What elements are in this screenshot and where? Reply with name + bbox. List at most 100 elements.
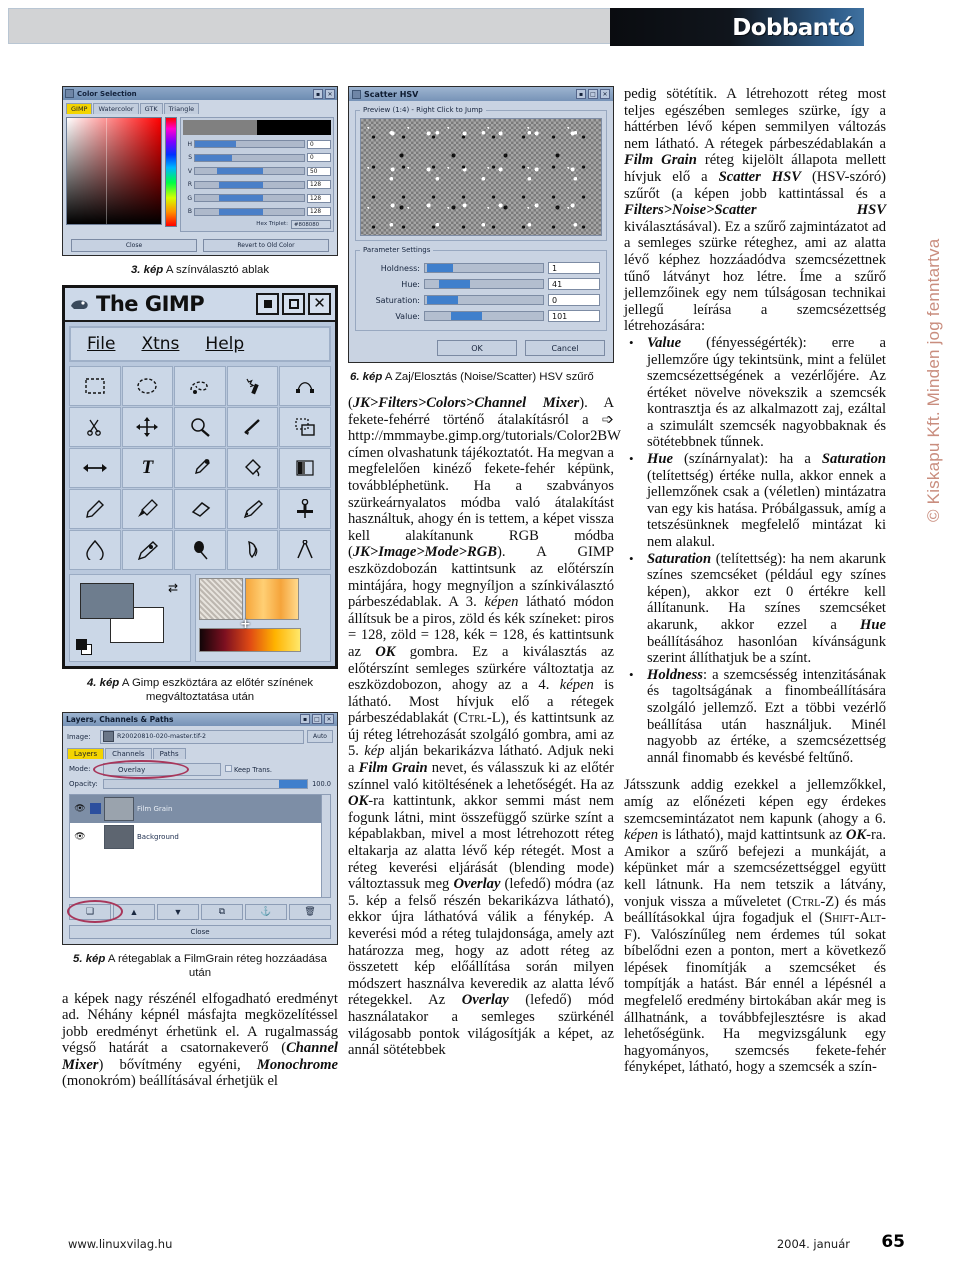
color-picker-icon[interactable] bbox=[174, 447, 226, 488]
duplicate-layer-button[interactable]: ⧉ bbox=[201, 903, 243, 920]
measure-icon[interactable] bbox=[279, 529, 331, 570]
channel-value-g[interactable]: 128 bbox=[307, 193, 331, 203]
close-icon[interactable]: ✕ bbox=[324, 714, 334, 724]
eye-icon[interactable]: 👁 bbox=[73, 803, 87, 814]
auto-button[interactable]: Auto bbox=[307, 730, 333, 743]
raise-layer-button[interactable]: ▲ bbox=[113, 903, 155, 920]
holdness-value[interactable]: 1 bbox=[548, 262, 600, 274]
color-field[interactable] bbox=[66, 117, 162, 225]
tab-channels[interactable]: Channels bbox=[105, 747, 152, 759]
smudge-icon[interactable] bbox=[226, 529, 279, 570]
blend-gradient-icon[interactable] bbox=[279, 447, 331, 488]
airbrush-icon[interactable] bbox=[226, 488, 279, 529]
close-button[interactable]: Close bbox=[71, 238, 197, 252]
channel-slider-v[interactable] bbox=[194, 167, 305, 175]
noise-preview[interactable] bbox=[360, 118, 602, 236]
link-icon[interactable] bbox=[90, 831, 101, 842]
crop-icon[interactable] bbox=[226, 406, 279, 447]
channel-slider-g[interactable] bbox=[194, 194, 305, 202]
layers-scrollbar[interactable] bbox=[321, 794, 330, 897]
keep-transparency-checkbox[interactable]: Keep Trans. bbox=[225, 764, 272, 774]
rect-select-icon[interactable] bbox=[69, 365, 121, 406]
channel-slider-b[interactable] bbox=[194, 207, 305, 216]
paintbrush-icon[interactable] bbox=[121, 488, 174, 529]
menu-help[interactable]: Help bbox=[205, 334, 244, 354]
ellipse-select-icon[interactable] bbox=[121, 365, 174, 406]
swap-colors-icon[interactable]: ⇄ bbox=[168, 581, 178, 596]
minimize-icon[interactable]: ▪ bbox=[576, 89, 586, 99]
blur-sharpen-icon[interactable] bbox=[69, 529, 121, 570]
saturation-slider[interactable] bbox=[424, 295, 544, 305]
default-colors-icon[interactable] bbox=[76, 638, 92, 655]
lower-layer-button[interactable]: ▼ bbox=[157, 903, 199, 920]
cancel-button[interactable]: Cancel bbox=[525, 340, 605, 356]
magnify-icon[interactable] bbox=[174, 406, 226, 447]
holdness-slider[interactable] bbox=[424, 263, 544, 273]
maximize-button[interactable] bbox=[282, 292, 305, 315]
pattern-swatch[interactable] bbox=[199, 577, 243, 620]
eraser-icon[interactable] bbox=[174, 488, 226, 529]
layers-list[interactable]: 👁 Film Grain 👁 Background bbox=[69, 793, 331, 898]
text-icon[interactable]: T bbox=[121, 447, 174, 488]
clone-icon[interactable] bbox=[279, 488, 331, 529]
tab-paths[interactable]: Paths bbox=[152, 747, 186, 759]
flip-icon[interactable] bbox=[69, 447, 121, 488]
mode-dropdown[interactable]: Overlay bbox=[103, 762, 221, 776]
link-icon[interactable] bbox=[90, 803, 101, 814]
channel-value-h[interactable]: 0 bbox=[307, 139, 331, 149]
tab-triangle[interactable]: Triangle bbox=[163, 103, 200, 114]
minimize-button[interactable] bbox=[256, 292, 279, 315]
anchor-layer-button[interactable]: ⚓ bbox=[245, 903, 287, 920]
delete-layer-button[interactable]: 🗑 bbox=[289, 903, 331, 920]
eye-icon[interactable]: 👁 bbox=[73, 831, 87, 842]
list-item[interactable]: 👁 Background bbox=[70, 823, 330, 851]
value-value[interactable]: 101 bbox=[548, 310, 600, 322]
tab-gtk[interactable]: GTK bbox=[139, 103, 163, 114]
revert-color-button[interactable]: Revert to Old Color bbox=[203, 238, 329, 252]
tab-gimp[interactable]: GIMP bbox=[66, 103, 93, 114]
menu-xtns[interactable]: Xtns bbox=[141, 334, 179, 354]
hue-strip[interactable] bbox=[165, 117, 177, 227]
bucket-fill-icon[interactable] bbox=[226, 447, 279, 488]
channel-slider-s[interactable] bbox=[194, 153, 305, 162]
channel-value-s[interactable]: 0 bbox=[307, 153, 331, 162]
ok-button[interactable]: OK bbox=[437, 340, 517, 356]
brush-pattern-gradient-area[interactable]: + bbox=[195, 573, 331, 662]
minimize-icon[interactable]: ▪ bbox=[300, 714, 310, 724]
opacity-slider[interactable] bbox=[103, 778, 309, 789]
hue-slider[interactable] bbox=[424, 279, 544, 289]
maximize-icon[interactable]: □ bbox=[312, 714, 322, 724]
tab-watercolor[interactable]: Watercolor bbox=[93, 103, 139, 114]
list-item[interactable]: 👁 Film Grain bbox=[70, 794, 330, 823]
channel-value-r[interactable]: 128 bbox=[307, 180, 331, 189]
fuzzy-select-icon[interactable] bbox=[226, 365, 279, 406]
close-icon[interactable]: ✕ bbox=[600, 89, 610, 99]
image-dropdown[interactable]: R20020810-020-master.tif-2 bbox=[100, 729, 304, 744]
channel-slider-r[interactable] bbox=[194, 180, 305, 189]
foreground-color-swatch[interactable] bbox=[80, 582, 134, 619]
brush-swatch[interactable] bbox=[245, 577, 299, 620]
hue-value[interactable]: 41 bbox=[548, 278, 600, 290]
ink-icon[interactable] bbox=[121, 529, 174, 570]
transform-icon[interactable] bbox=[279, 406, 331, 447]
fg-bg-color-area[interactable]: ⇄ bbox=[69, 573, 191, 662]
close-button[interactable]: ✕ bbox=[308, 292, 331, 315]
minimize-icon[interactable]: ▪ bbox=[313, 88, 323, 99]
bezier-select-icon[interactable] bbox=[279, 365, 331, 406]
hex-input[interactable]: #808080 bbox=[291, 219, 331, 229]
maximize-icon[interactable]: □ bbox=[588, 89, 598, 99]
menu-file[interactable]: File bbox=[87, 334, 115, 354]
value-slider[interactable] bbox=[424, 311, 544, 321]
channel-slider-h[interactable] bbox=[194, 140, 305, 148]
move-icon[interactable] bbox=[121, 406, 174, 447]
free-select-icon[interactable] bbox=[174, 365, 226, 406]
tab-layers[interactable]: Layers bbox=[67, 747, 105, 759]
saturation-value[interactable]: 0 bbox=[548, 294, 600, 306]
intelligent-scissors-icon[interactable] bbox=[69, 406, 121, 447]
dodge-burn-icon[interactable] bbox=[174, 529, 226, 570]
pencil-icon[interactable] bbox=[69, 488, 121, 529]
new-layer-button[interactable]: ❏ bbox=[69, 903, 111, 920]
channel-value-v[interactable]: 50 bbox=[307, 166, 331, 176]
channel-value-b[interactable]: 128 bbox=[307, 207, 331, 216]
layers-close-button[interactable]: Close bbox=[69, 924, 331, 939]
